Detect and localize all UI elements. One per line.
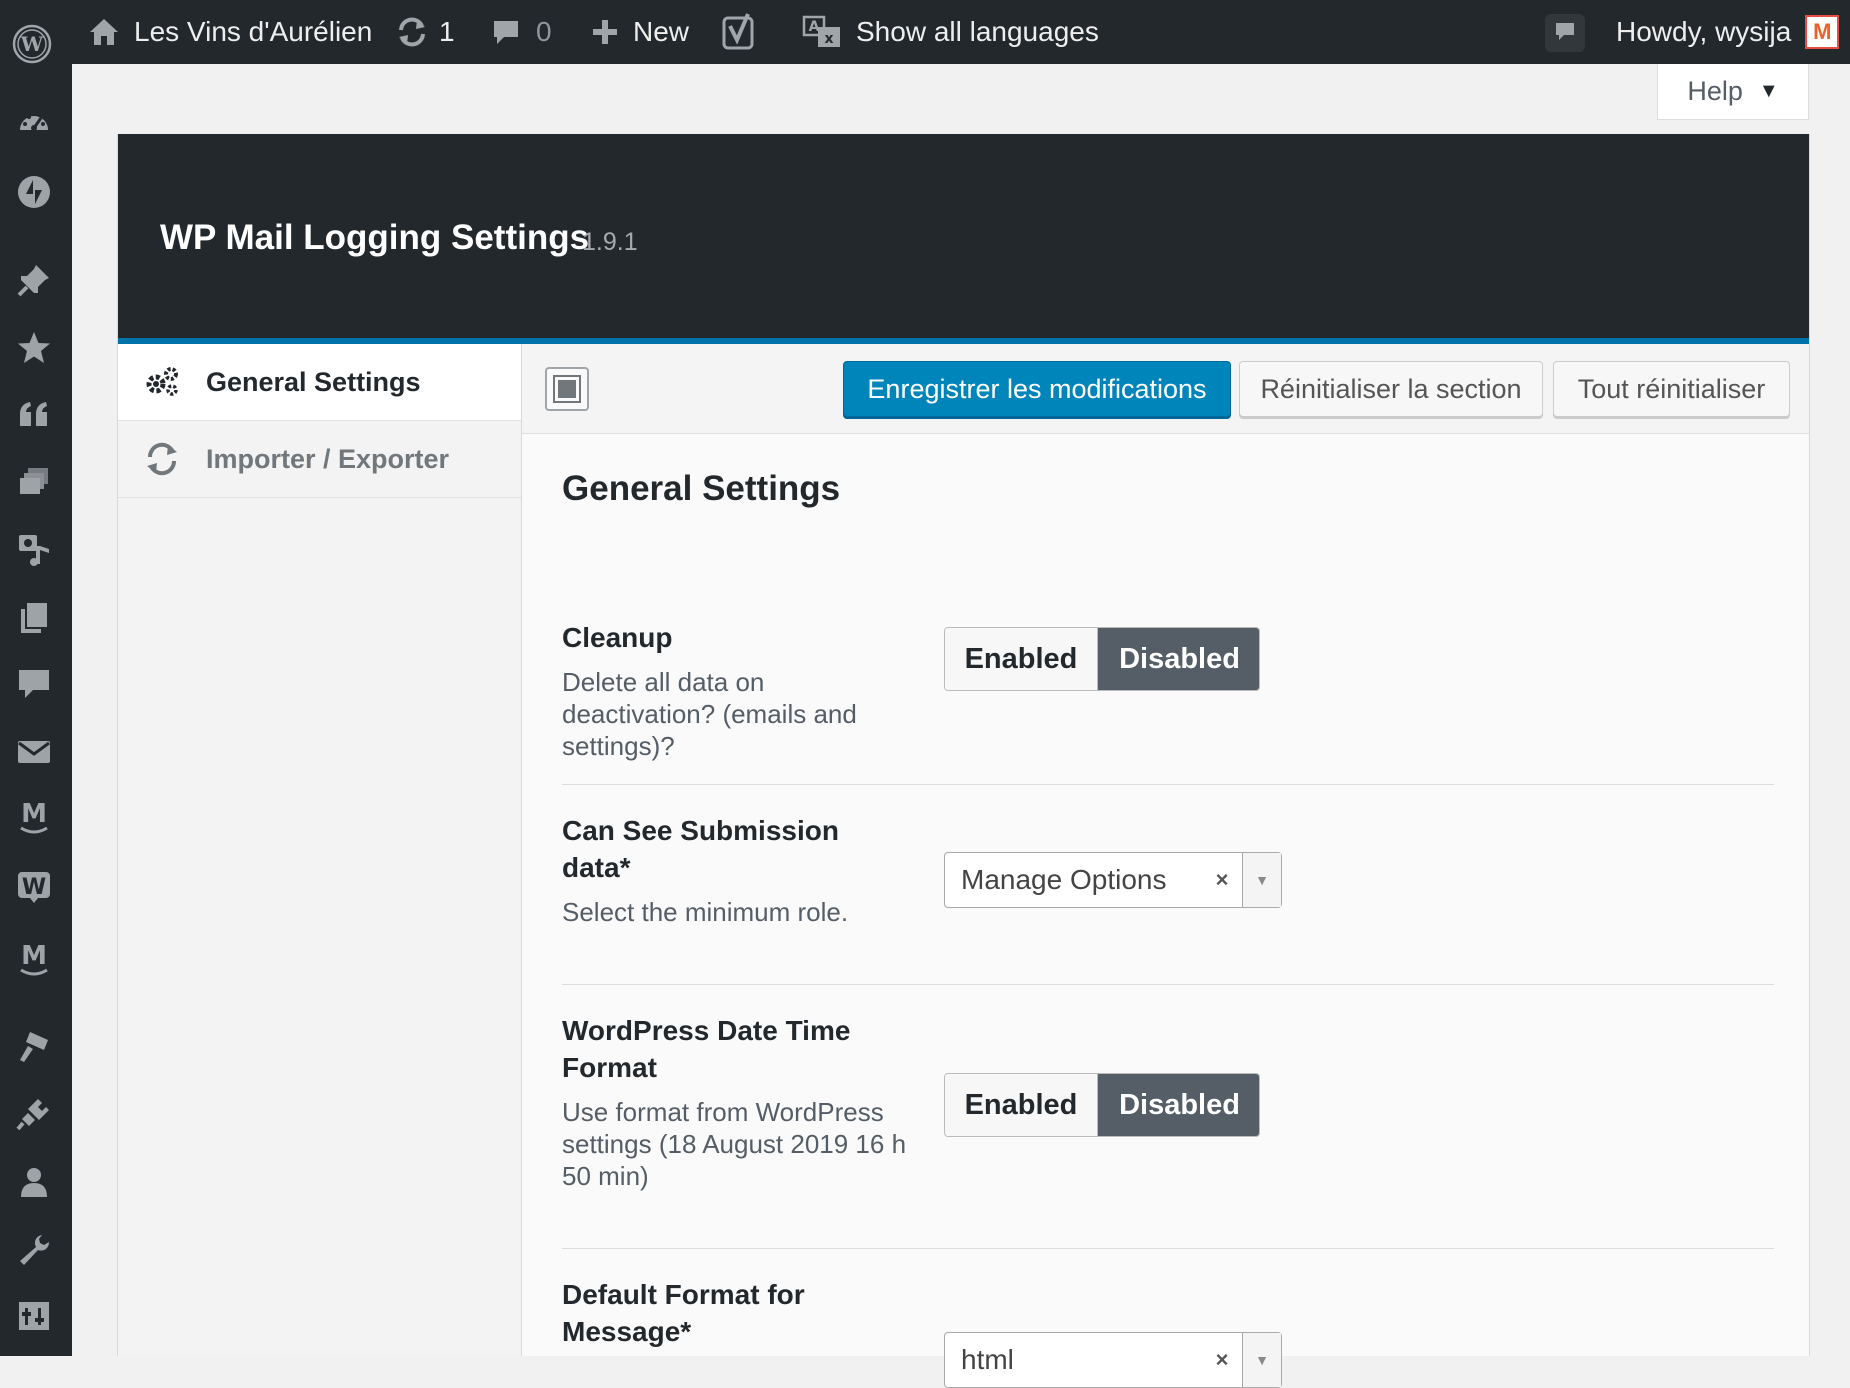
languages-label: Show all languages: [856, 16, 1099, 47]
cleanup-title: Cleanup: [562, 622, 673, 653]
date-format-title: WordPress Date Time Format: [562, 1015, 851, 1083]
home-icon: [88, 17, 120, 47]
yoast-seo-icon[interactable]: [722, 0, 758, 64]
cleanup-disabled-option[interactable]: Disabled: [1098, 628, 1259, 690]
reset-all-button[interactable]: Tout réinitialiser: [1553, 361, 1790, 417]
version-label: 1.9.1: [582, 228, 638, 256]
date-format-description: Use format from WordPress settings (18 A…: [562, 1097, 907, 1191]
svg-text:A: A: [809, 19, 820, 35]
user-account-menu[interactable]: Howdy, wysija M: [1616, 0, 1840, 64]
date-format-enabled-option[interactable]: Enabled: [945, 1074, 1098, 1136]
cleanup-description: Delete all data on deactivation? (emails…: [562, 667, 857, 761]
message-format-title: Default Format for Message*: [562, 1279, 805, 1347]
admin-bar: W Les Vins d'Aurélien 1 0 New Ax Show al…: [0, 0, 1850, 64]
comments-icon[interactable]: [14, 664, 54, 704]
plugins-icon[interactable]: [14, 1094, 54, 1134]
pin-icon[interactable]: [14, 260, 54, 300]
divider: [562, 984, 1774, 985]
svg-text:W: W: [22, 875, 46, 900]
caret-down-icon: ▼: [1758, 80, 1779, 102]
clear-icon[interactable]: ×: [1202, 867, 1242, 893]
submission-role-title: Can See Submission data*: [562, 815, 839, 883]
select-value: html: [961, 1344, 1014, 1375]
avatar: M: [1805, 15, 1840, 49]
mailpoet-icon[interactable]: M: [14, 796, 54, 836]
settings-panel: WP Mail Logging Settings 1.9.1 General S…: [117, 134, 1810, 1388]
gears-icon: [144, 364, 180, 400]
layers-icon[interactable]: [14, 462, 54, 502]
svg-text:M: M: [21, 941, 47, 971]
new-content-link[interactable]: New: [591, 0, 689, 64]
mailpoet-icon[interactable]: M: [14, 938, 54, 978]
expand-layout-icon[interactable]: [545, 367, 589, 411]
woocommerce-icon[interactable]: W: [14, 866, 54, 906]
chevron-down-icon[interactable]: ▼: [1242, 1333, 1281, 1387]
reset-section-button[interactable]: Réinitialiser la section: [1239, 361, 1543, 417]
pages-icon[interactable]: [14, 598, 54, 638]
comments-link[interactable]: 0: [490, 0, 552, 64]
save-changes-button[interactable]: Enregistrer les modifications: [843, 361, 1231, 417]
submission-role-select[interactable]: Manage Options × ▼: [944, 852, 1282, 908]
date-format-disabled-option[interactable]: Disabled: [1098, 1074, 1259, 1136]
svg-text:W: W: [20, 32, 44, 56]
help-label: Help: [1687, 76, 1743, 106]
toolbar: Enregistrer les modifications Réinitiali…: [522, 344, 1809, 434]
tools-icon[interactable]: [14, 1230, 54, 1270]
section-tabs: General Settings Importer / Exporter: [118, 344, 522, 1356]
site-name-link[interactable]: Les Vins d'Aurélien: [88, 0, 372, 64]
star-icon[interactable]: [14, 328, 54, 368]
section-title: General Settings: [562, 469, 841, 508]
updates-link[interactable]: 1: [395, 0, 455, 64]
languages-link[interactable]: Ax Show all languages: [802, 0, 1099, 64]
site-name: Les Vins d'Aurélien: [134, 16, 373, 47]
settings-icon[interactable]: [14, 1296, 54, 1336]
divider: [562, 784, 1774, 785]
svg-text:M: M: [21, 799, 47, 829]
chevron-down-icon[interactable]: ▼: [1242, 853, 1281, 907]
comment-bubble-icon: [490, 17, 522, 47]
tab-general-settings[interactable]: General Settings: [118, 344, 521, 421]
notifications-button[interactable]: [1545, 14, 1585, 52]
divider: [562, 1248, 1774, 1249]
speech-bubble-icon: [1554, 17, 1576, 49]
mail-icon[interactable]: [14, 732, 54, 772]
dashboard-icon[interactable]: [14, 104, 54, 144]
tab-label: General Settings: [206, 366, 421, 397]
svg-text:x: x: [824, 31, 833, 47]
admin-side-menu: M W M: [0, 64, 72, 1356]
cleanup-toggle: Enabled Disabled: [944, 627, 1260, 691]
tab-label: Importer / Exporter: [206, 443, 450, 474]
users-icon[interactable]: [14, 1162, 54, 1202]
cleanup-enabled-option[interactable]: Enabled: [945, 628, 1098, 690]
message-format-select[interactable]: html × ▼: [944, 1332, 1282, 1388]
tab-importer-exporter[interactable]: Importer / Exporter: [118, 421, 521, 498]
comments-count: 0: [536, 16, 552, 47]
help-button[interactable]: Help ▼: [1657, 64, 1809, 120]
translate-icon: Ax: [802, 15, 842, 49]
plus-icon: [591, 18, 619, 46]
new-label: New: [633, 16, 690, 47]
select-value: Manage Options: [961, 864, 1167, 895]
media-icon[interactable]: [14, 530, 54, 570]
jetpack-icon[interactable]: [14, 172, 54, 212]
page-title: WP Mail Logging Settings: [160, 218, 590, 257]
date-format-toggle: Enabled Disabled: [944, 1073, 1260, 1137]
updates-count: 1: [439, 16, 455, 47]
appearance-icon[interactable]: [14, 1026, 54, 1066]
clear-icon[interactable]: ×: [1202, 1347, 1242, 1373]
howdy-text: Howdy, wysija: [1616, 16, 1792, 47]
quote-icon[interactable]: [14, 394, 54, 434]
refresh-icon: [395, 17, 429, 47]
panel-header: WP Mail Logging Settings 1.9.1: [118, 134, 1809, 344]
refresh-icon: [144, 441, 180, 477]
settings-content: Enregistrer les modifications Réinitiali…: [522, 344, 1809, 1388]
submission-role-description: Select the minimum role.: [562, 897, 849, 927]
